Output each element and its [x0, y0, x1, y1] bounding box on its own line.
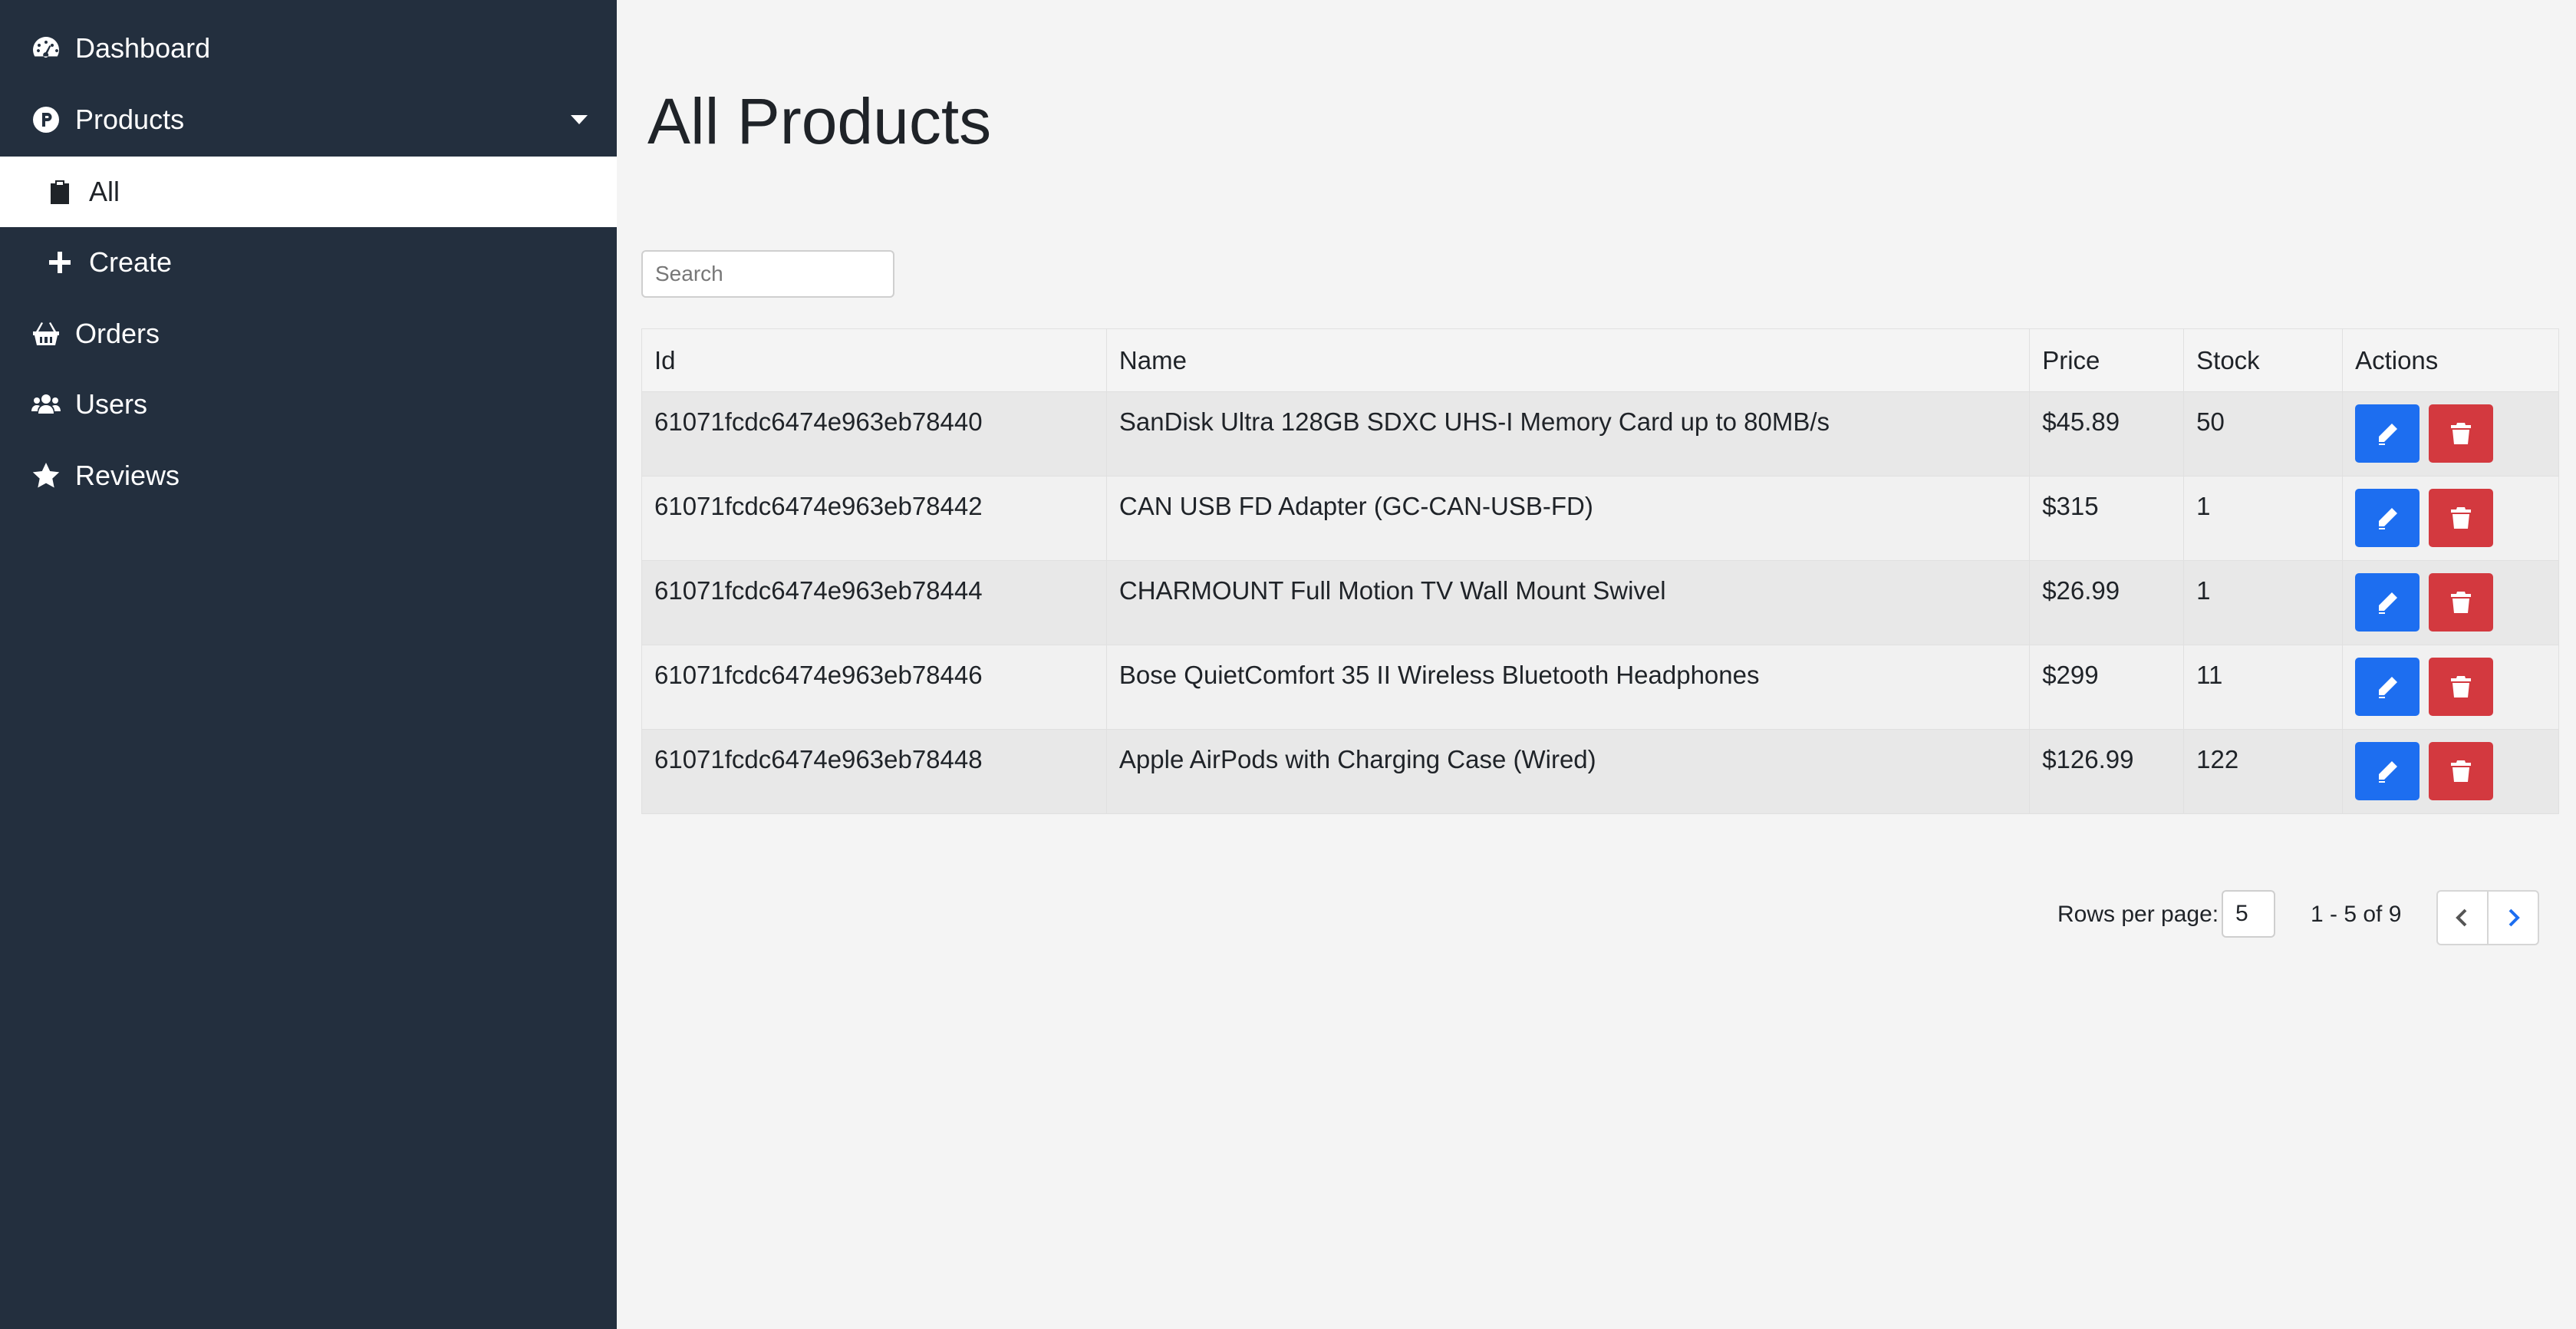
cell-stock: 1 [2183, 476, 2344, 561]
sidebar-item-users[interactable]: Users [0, 369, 617, 440]
table-row: 61071fcdc6474e963eb78444 CHARMOUNT Full … [641, 560, 2559, 645]
edit-button[interactable] [2355, 489, 2420, 547]
cell-stock: 1 [2183, 560, 2344, 645]
pencil-icon [2379, 592, 2398, 614]
cell-price: $45.89 [2029, 391, 2185, 477]
star-icon [29, 459, 63, 493]
main-content: All Products Id Name Price Stock Actions… [617, 0, 2576, 1329]
cell-name: SanDisk Ultra 128GB SDXC UHS-I Memory Ca… [1105, 391, 2031, 477]
cell-actions [2342, 729, 2559, 814]
cell-price: $26.99 [2029, 560, 2185, 645]
column-header-id[interactable]: Id [641, 328, 1107, 392]
previous-page-button[interactable] [2436, 890, 2489, 945]
edit-button[interactable] [2355, 404, 2420, 463]
chevron-right-icon [2508, 909, 2520, 927]
trash-icon [2451, 423, 2472, 444]
pencil-icon [2379, 424, 2398, 445]
cell-stock: 11 [2183, 645, 2344, 730]
edit-button[interactable] [2355, 573, 2420, 632]
page-title: All Products [647, 85, 992, 157]
sidebar-item-label: Reviews [75, 460, 180, 491]
sidebar-item-label: Create [89, 246, 173, 278]
cell-price: $299 [2029, 645, 2185, 730]
cell-name: Apple AirPods with Charging Case (Wired) [1105, 729, 2031, 814]
products-table: Id Name Price Stock Actions 61071fcdc647… [641, 328, 2559, 814]
sidebar-item-label: Users [75, 388, 148, 420]
chevron-down-icon[interactable] [571, 115, 588, 124]
table-row: 61071fcdc6474e963eb78442 CAN USB FD Adap… [641, 476, 2559, 561]
delete-button[interactable] [2429, 573, 2494, 632]
sidebar-item-reviews[interactable]: Reviews [0, 440, 617, 511]
table-row: 61071fcdc6474e963eb78448 Apple AirPods w… [641, 729, 2559, 814]
column-header-stock[interactable]: Stock [2183, 328, 2344, 392]
shopping-basket-icon [29, 317, 63, 351]
plus-icon [43, 246, 77, 279]
sidebar-item-label: Orders [75, 318, 160, 349]
trash-icon [2451, 592, 2472, 613]
cell-price: $315 [2029, 476, 2185, 561]
delete-button[interactable] [2429, 658, 2494, 716]
product-p-icon [29, 103, 63, 137]
sidebar-item-orders[interactable]: Orders [0, 298, 617, 369]
column-header-name[interactable]: Name [1105, 328, 2031, 392]
cell-actions [2342, 391, 2559, 477]
edit-button[interactable] [2355, 742, 2420, 800]
sidebar-item-all[interactable]: All [0, 157, 617, 227]
sidebar: Dashboard Products All Create Orders Use… [0, 0, 617, 1329]
pencil-icon [2379, 508, 2398, 529]
chevron-left-icon [2456, 909, 2467, 927]
cell-id: 61071fcdc6474e963eb78448 [641, 729, 1107, 814]
search-input[interactable] [641, 250, 894, 298]
delete-button[interactable] [2429, 404, 2494, 463]
cell-id: 61071fcdc6474e963eb78440 [641, 391, 1107, 477]
rows-per-page-label: Rows per page: [2057, 902, 2219, 927]
edit-button[interactable] [2355, 658, 2420, 716]
column-header-price[interactable]: Price [2029, 328, 2185, 392]
users-icon [29, 387, 63, 421]
pagination-range: 1 - 5 of 9 [2311, 902, 2402, 927]
table-row: 61071fcdc6474e963eb78446 Bose QuietComfo… [641, 645, 2559, 730]
trash-icon [2451, 507, 2472, 529]
sidebar-item-label: Dashboard [75, 32, 211, 64]
delete-button[interactable] [2429, 489, 2494, 547]
table-header-row: Id Name Price Stock Actions [641, 328, 2559, 392]
clipboard-icon [43, 175, 77, 209]
cell-actions [2342, 560, 2559, 645]
cell-actions [2342, 476, 2559, 561]
delete-button[interactable] [2429, 742, 2494, 800]
pagination: Rows per page: 5 1 - 5 of 9 [617, 890, 2576, 945]
tachometer-icon [29, 31, 63, 65]
sidebar-item-label: All [89, 176, 120, 207]
cell-price: $126.99 [2029, 729, 2185, 814]
trash-icon [2451, 676, 2472, 697]
pencil-icon [2379, 761, 2398, 783]
cell-actions [2342, 645, 2559, 730]
table-row: 61071fcdc6474e963eb78440 SanDisk Ultra 1… [641, 391, 2559, 477]
sidebar-item-products[interactable]: Products [0, 84, 617, 155]
sidebar-item-dashboard[interactable]: Dashboard [0, 13, 617, 84]
cell-id: 61071fcdc6474e963eb78446 [641, 645, 1107, 730]
cell-stock: 50 [2183, 391, 2344, 477]
cell-id: 61071fcdc6474e963eb78444 [641, 560, 1107, 645]
cell-stock: 122 [2183, 729, 2344, 814]
next-page-button[interactable] [2487, 890, 2539, 945]
trash-icon [2451, 760, 2472, 782]
pencil-icon [2379, 677, 2398, 698]
column-header-actions: Actions [2342, 328, 2559, 392]
cell-id: 61071fcdc6474e963eb78442 [641, 476, 1107, 561]
rows-per-page-select[interactable]: 5 [2222, 890, 2275, 938]
sidebar-item-label: Products [75, 104, 185, 135]
cell-name: CAN USB FD Adapter (GC-CAN-USB-FD) [1105, 476, 2031, 561]
sidebar-item-create[interactable]: Create [0, 227, 617, 298]
cell-name: CHARMOUNT Full Motion TV Wall Mount Swiv… [1105, 560, 2031, 645]
cell-name: Bose QuietComfort 35 II Wireless Bluetoo… [1105, 645, 2031, 730]
